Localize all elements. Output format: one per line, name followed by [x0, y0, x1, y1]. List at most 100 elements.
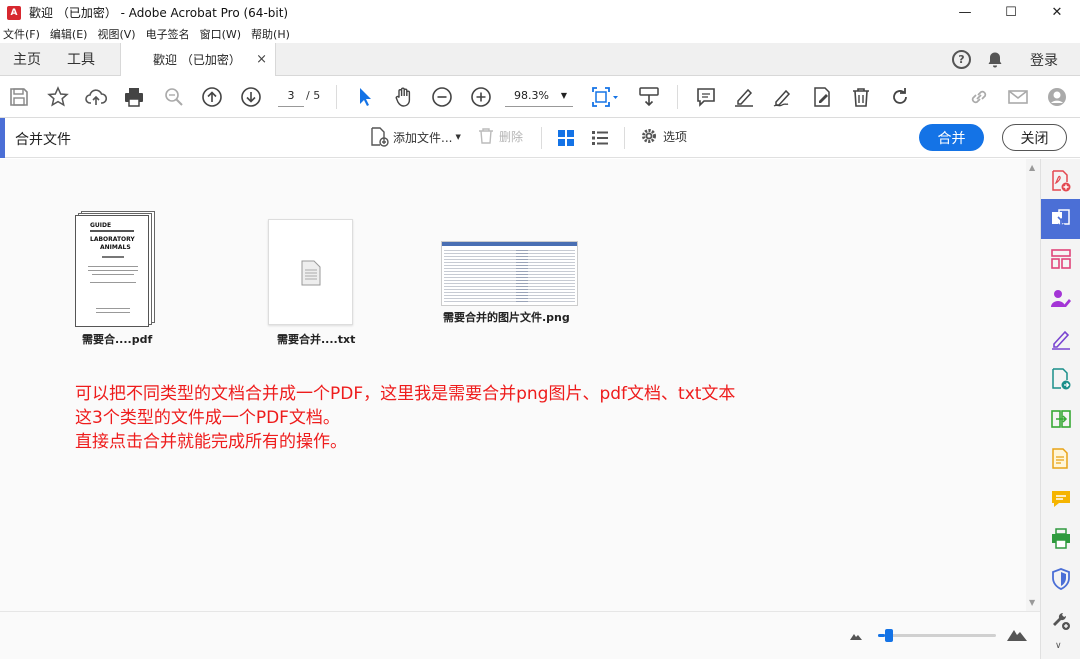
header-divider: [541, 127, 542, 149]
export-pdf-icon[interactable]: [1041, 359, 1080, 399]
zoom-in-icon[interactable]: [470, 86, 492, 108]
menu-edit[interactable]: 编辑(E): [50, 26, 88, 42]
menu-bar: 文件(F) 编辑(E) 视图(V) 电子签名 窗口(W) 帮助(H): [0, 25, 1080, 43]
options-button[interactable]: 选项: [640, 127, 687, 145]
edit-pdf-icon[interactable]: [1041, 439, 1080, 479]
file-item-pdf[interactable]: GUIDE LABORATORY ANIMALS: [75, 211, 157, 327]
notification-bell-icon[interactable]: [986, 51, 1004, 69]
edit-document-icon[interactable]: [811, 86, 833, 108]
highlight-icon[interactable]: [733, 86, 755, 108]
email-icon[interactable]: [1007, 86, 1029, 108]
mountain-small-icon[interactable]: [850, 632, 862, 640]
acrobat-logo-icon: A: [7, 5, 21, 20]
compress-icon[interactable]: [1041, 399, 1080, 439]
cover-text-line: [92, 274, 134, 275]
help-icon[interactable]: ?: [952, 50, 971, 69]
tab-home[interactable]: 主页: [0, 43, 54, 75]
scroll-down-icon[interactable]: ▼: [1029, 598, 1035, 607]
comment-icon[interactable]: [695, 86, 717, 108]
close-window-button[interactable]: ✕: [1034, 0, 1080, 25]
maximize-button[interactable]: ☐: [988, 0, 1034, 25]
note-line-1: 可以把不同类型的文档合并成一个PDF，这里我是需要合并png图片、pdf文档、t…: [75, 384, 736, 404]
organize-pages-icon[interactable]: [1041, 239, 1080, 279]
grid-view-icon[interactable]: [557, 129, 575, 147]
login-button[interactable]: 登录: [1030, 50, 1058, 70]
print-icon[interactable]: [123, 86, 145, 108]
file-thumbnail-area: GUIDE LABORATORY ANIMALS 需要合....pdf 需要合并…: [0, 159, 1026, 611]
tab-bar: 主页 工具 歡迎 （已加密） × ? 登录: [0, 43, 1080, 76]
select-arrow-icon[interactable]: [354, 86, 376, 108]
cloud-upload-icon[interactable]: [85, 86, 107, 108]
menu-window[interactable]: 窗口(W): [200, 26, 241, 42]
add-user-icon[interactable]: [1046, 86, 1068, 108]
file-item-txt[interactable]: [268, 219, 353, 325]
delete-file-button[interactable]: 删除: [477, 127, 523, 145]
options-label: 选项: [663, 129, 688, 144]
tab-close-icon[interactable]: ×: [256, 52, 267, 67]
note-line-3: 直接点击合并就能完成所有的操作。: [75, 432, 347, 452]
request-signature-icon[interactable]: [1041, 279, 1080, 319]
window-controls: — ☐ ✕: [942, 0, 1080, 25]
file-name-pdf: 需要合....pdf: [82, 333, 153, 346]
merge-button[interactable]: 合并: [919, 124, 984, 151]
title-bar: A 歡迎 （已加密） - Adobe Acrobat Pro (64-bit) …: [0, 0, 1080, 25]
fill-sign-icon[interactable]: [1041, 319, 1080, 359]
scroll-mode-icon[interactable]: [638, 86, 660, 108]
cover-text-line: [90, 282, 136, 283]
tab-document-label: 歡迎 （已加密）: [153, 53, 241, 67]
chevron-down-icon[interactable]: ∨: [1055, 641, 1062, 651]
pdf-cover-title-3: ANIMALS: [100, 244, 131, 251]
png-thumbnail-column: [516, 248, 528, 304]
tab-tools[interactable]: 工具: [54, 43, 108, 75]
zoom-out-icon[interactable]: [431, 86, 453, 108]
delete-trash-icon[interactable]: [850, 86, 872, 108]
share-link-icon[interactable]: [968, 86, 990, 108]
combine-files-header: 合并文件 添加文件... ▼ 删除 选项 合并 关闭: [0, 118, 1080, 158]
combine-files-title: 合并文件: [15, 132, 71, 148]
comment-tool-icon[interactable]: [1041, 479, 1080, 519]
sign-pen-icon[interactable]: [772, 86, 794, 108]
cover-text-line: [90, 230, 134, 232]
zoom-search-icon[interactable]: [163, 86, 185, 108]
header-divider: [624, 127, 625, 149]
menu-help[interactable]: 帮助(H): [251, 26, 290, 42]
toolbar: 3 / 5 98.3% ▼: [0, 76, 1080, 118]
minimize-button[interactable]: —: [942, 0, 988, 25]
save-icon[interactable]: [8, 86, 30, 108]
file-name-txt: 需要合并....txt: [277, 333, 356, 346]
tab-document[interactable]: 歡迎 （已加密） ×: [120, 43, 276, 76]
fit-page-icon[interactable]: [590, 86, 620, 108]
instruction-note: 可以把不同类型的文档合并成一个PDF，这里我是需要合并png图片、pdf文档、t…: [75, 382, 735, 454]
menu-view[interactable]: 视图(V): [97, 26, 135, 42]
menu-esign[interactable]: 电子签名: [146, 26, 190, 42]
more-tools-icon[interactable]: [1041, 601, 1080, 641]
hand-tool-icon[interactable]: [393, 86, 415, 108]
text-document-icon: [301, 260, 321, 286]
previous-page-icon[interactable]: [201, 86, 223, 108]
vertical-scrollbar[interactable]: ▲ ▼: [1026, 159, 1040, 611]
toolbar-divider: [677, 85, 678, 109]
mountain-large-icon[interactable]: [1007, 627, 1027, 641]
add-file-icon: [371, 127, 389, 147]
add-files-button[interactable]: 添加文件... ▼: [369, 127, 461, 147]
file-item-png[interactable]: [441, 241, 578, 306]
list-view-icon[interactable]: [591, 129, 609, 147]
create-pdf-icon[interactable]: [1041, 161, 1080, 201]
close-button[interactable]: 关闭: [1002, 124, 1067, 151]
gear-icon: [642, 129, 656, 143]
scroll-up-icon[interactable]: ▲: [1029, 163, 1035, 172]
thumbnail-zoom-slider[interactable]: [878, 629, 996, 642]
pdf-cover-title-1: GUIDE: [90, 222, 112, 229]
page-number-input[interactable]: 3: [278, 85, 304, 107]
rotate-icon[interactable]: [889, 86, 911, 108]
combine-files-icon[interactable]: [1041, 199, 1080, 239]
print-production-icon[interactable]: [1041, 519, 1080, 559]
add-files-label: 添加文件...: [393, 130, 453, 145]
menu-file[interactable]: 文件(F): [3, 26, 40, 42]
zoom-slider-handle[interactable]: [885, 629, 893, 642]
protect-shield-icon[interactable]: [1041, 559, 1080, 599]
bookmark-star-icon[interactable]: [47, 86, 69, 108]
zoom-slider-fill: [878, 634, 885, 637]
next-page-icon[interactable]: [240, 86, 262, 108]
zoom-level-select[interactable]: 98.3% ▼: [505, 85, 573, 107]
